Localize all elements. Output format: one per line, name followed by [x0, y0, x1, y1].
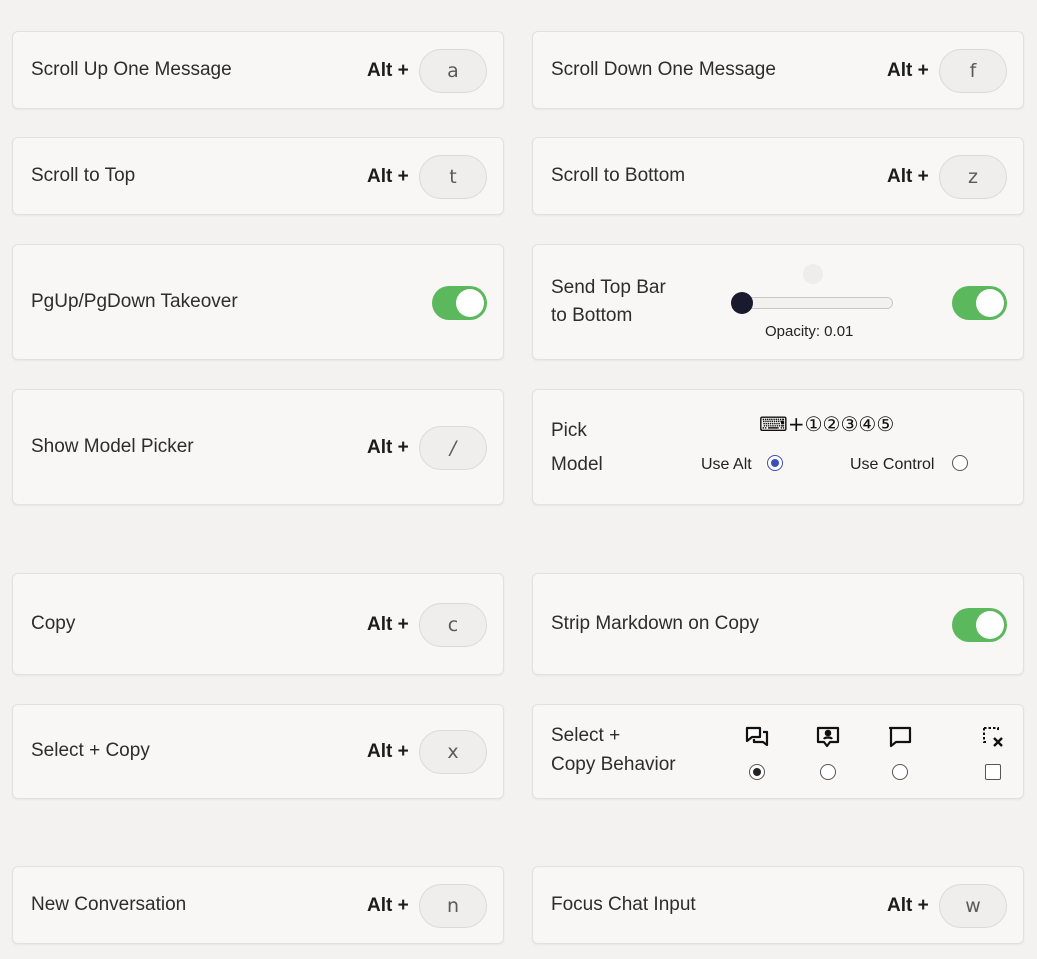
send-top-bar-label-line2: to Bottom	[551, 305, 633, 326]
focus-chat-key-input[interactable]: w	[939, 884, 1007, 928]
alt-modifier: Alt +	[367, 437, 409, 458]
copy-behavior-option-4-checkbox[interactable]	[985, 764, 1001, 780]
copy-behavior-option-2-radio[interactable]	[820, 764, 836, 780]
copy-key-input[interactable]: c	[419, 603, 487, 647]
scroll-bottom-key-input[interactable]: z	[939, 155, 1007, 199]
scroll-up-label: Scroll Up One Message	[31, 59, 232, 80]
scroll-down-label: Scroll Down One Message	[551, 59, 776, 80]
use-alt-radio[interactable]	[767, 455, 783, 471]
select-copy-label: Select + Copy	[31, 740, 150, 761]
opacity-slider[interactable]	[731, 292, 893, 314]
focus-chat-card: Focus Chat Input Alt + w	[532, 866, 1024, 944]
pg-takeover-card: PgUp/PgDown Takeover	[12, 244, 504, 360]
scroll-down-key-input[interactable]: f	[939, 49, 1007, 93]
pick-model-label-line2: Model	[551, 454, 603, 475]
scroll-top-key-input[interactable]: t	[419, 155, 487, 199]
alt-modifier: Alt +	[367, 741, 409, 762]
model-picker-label: Show Model Picker	[31, 436, 194, 457]
model-picker-card: Show Model Picker Alt + /	[12, 389, 504, 505]
opacity-label: Opacity: 0.01	[765, 323, 854, 340]
slider-thumb[interactable]	[731, 292, 753, 314]
scroll-bottom-card: Scroll to Bottom Alt + z	[532, 137, 1024, 215]
strip-markdown-label: Strip Markdown on Copy	[551, 613, 760, 634]
scroll-top-card: Scroll to Top Alt + t	[12, 137, 504, 215]
opacity-ghost-dot	[803, 264, 823, 284]
scroll-up-card: Scroll Up One Message Alt + a	[12, 31, 504, 109]
select-copy-card: Select + Copy Alt + x	[12, 704, 504, 799]
copy-card: Copy Alt + c	[12, 573, 504, 675]
toggle-knob	[976, 289, 1004, 317]
send-top-bar-toggle[interactable]	[952, 286, 1007, 320]
use-alt-label: Use Alt	[701, 456, 752, 473]
alt-modifier: Alt +	[887, 895, 929, 916]
new-conversation-label: New Conversation	[31, 894, 187, 915]
new-conversation-key-input[interactable]: n	[419, 884, 487, 928]
pick-model-card: Pick Model ⌨+①②③④⑤ Use Alt Use Control	[532, 389, 1024, 505]
use-control-label: Use Control	[850, 456, 935, 473]
pg-takeover-label: PgUp/PgDown Takeover	[31, 291, 238, 312]
select-copy-key-input[interactable]: x	[419, 730, 487, 774]
person-card-icon	[816, 725, 840, 754]
send-top-bar-label-line1: Send Top Bar	[551, 277, 666, 298]
toggle-knob	[976, 611, 1004, 639]
copy-behavior-option-3-radio[interactable]	[892, 764, 908, 780]
copy-behavior-label-line2: Copy Behavior	[551, 754, 676, 775]
focus-chat-label: Focus Chat Input	[551, 894, 696, 915]
alt-modifier: Alt +	[367, 614, 409, 635]
number-keys-hint: ⌨+①②③④⑤	[759, 412, 895, 436]
alt-modifier: Alt +	[887, 166, 929, 187]
strip-markdown-card: Strip Markdown on Copy	[532, 573, 1024, 675]
alt-modifier: Alt +	[367, 895, 409, 916]
use-control-radio[interactable]	[952, 455, 968, 471]
copy-label: Copy	[31, 613, 76, 634]
pick-model-label-line1: Pick	[551, 420, 587, 441]
new-conversation-card: New Conversation Alt + n	[12, 866, 504, 944]
copy-behavior-card: Select + Copy Behavior	[532, 704, 1024, 799]
scroll-up-key-input[interactable]: a	[419, 49, 487, 93]
multi-chat-icon	[745, 725, 769, 754]
scroll-top-label: Scroll to Top	[31, 165, 136, 186]
alt-modifier: Alt +	[367, 60, 409, 81]
copy-behavior-option-1-radio[interactable]	[749, 764, 765, 780]
pg-takeover-toggle[interactable]	[432, 286, 487, 320]
strip-markdown-toggle[interactable]	[952, 608, 1007, 642]
selection-clear-icon	[981, 725, 1005, 754]
send-top-bar-card: Send Top Bar to Bottom Opacity: 0.01	[532, 244, 1024, 360]
slider-track	[733, 297, 893, 309]
alt-modifier: Alt +	[367, 166, 409, 187]
toggle-knob	[456, 289, 484, 317]
model-picker-key-input[interactable]: /	[419, 426, 487, 470]
copy-behavior-label-line1: Select +	[551, 725, 621, 746]
chat-bubble-icon	[888, 725, 912, 754]
scroll-down-card: Scroll Down One Message Alt + f	[532, 31, 1024, 109]
scroll-bottom-label: Scroll to Bottom	[551, 165, 686, 186]
alt-modifier: Alt +	[887, 60, 929, 81]
